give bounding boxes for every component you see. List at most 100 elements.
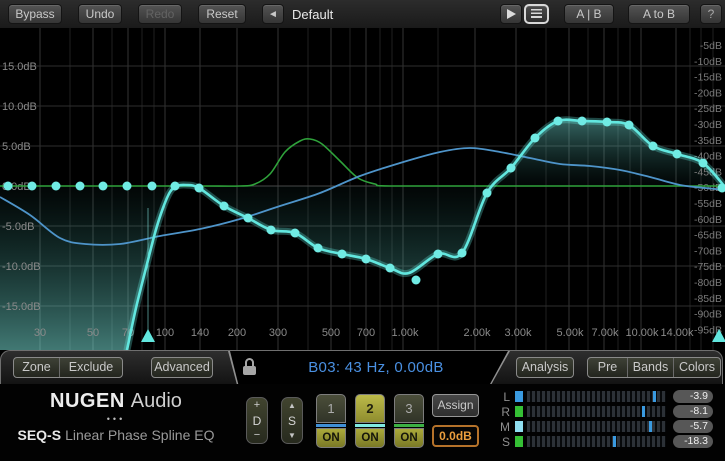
plus-icon[interactable]: + xyxy=(254,401,260,410)
eq-control-point[interactable] xyxy=(362,255,371,264)
freq-axis-label: 500 xyxy=(322,327,340,339)
view-group: Pre Bands Colors xyxy=(587,357,721,378)
zone-button[interactable]: Zone xyxy=(14,358,60,377)
meter-peak-marker xyxy=(642,406,645,417)
eq-control-point[interactable] xyxy=(171,182,180,191)
eq-control-point[interactable] xyxy=(28,182,37,191)
eq-control-point[interactable] xyxy=(531,134,540,143)
analyzer-db-label: -60dB xyxy=(694,214,722,226)
eq-control-point[interactable] xyxy=(123,182,132,191)
assign-button[interactable]: Assign xyxy=(432,394,479,417)
play-arrow-icon xyxy=(507,9,516,19)
lock-icon[interactable] xyxy=(242,358,257,378)
eq-control-point[interactable] xyxy=(99,182,108,191)
top-toolbar: Bypass Undo Redo Reset ◄ Default A | B A… xyxy=(0,0,725,29)
zone-exclude-group: Zone Exclude xyxy=(13,357,123,378)
pre-button[interactable]: Pre xyxy=(588,358,628,377)
analyzer-db-label: -30dB xyxy=(694,119,722,131)
meter-level-indicator xyxy=(515,391,523,402)
eq-control-point[interactable] xyxy=(483,189,492,198)
preset-name[interactable]: Default xyxy=(292,7,333,22)
analyzer-db-label: -85dB xyxy=(694,293,722,305)
minus-icon[interactable]: − xyxy=(254,431,260,440)
product-desc: Linear Phase Spline EQ xyxy=(65,427,214,443)
freq-marker-triangle[interactable] xyxy=(141,329,155,342)
analysis-button[interactable]: Analysis xyxy=(516,357,574,378)
analyzer-db-label: -35dB xyxy=(694,135,722,147)
undo-button[interactable]: Undo xyxy=(78,4,122,24)
freq-axis-label: 140 xyxy=(191,327,209,339)
redo-button[interactable]: Redo xyxy=(138,4,182,24)
eq-control-point[interactable] xyxy=(4,182,13,191)
brand-sub: Audio xyxy=(131,390,182,412)
eq-graph-canvas[interactable]: 15.0dB10.0dB5.0dB0.0dB-5.0dB-10.0dB-15.0… xyxy=(0,28,725,350)
eq-control-point[interactable] xyxy=(220,202,229,211)
preset-menu-button[interactable] xyxy=(524,4,549,24)
eq-control-point[interactable] xyxy=(603,118,612,127)
gain-readout[interactable]: 0.0dB xyxy=(432,425,479,447)
down-arrow-icon[interactable]: ▼ xyxy=(288,431,296,440)
eq-control-point[interactable] xyxy=(267,226,276,235)
meter-peak-marker xyxy=(653,391,656,402)
eq-graph[interactable]: 15.0dB10.0dB5.0dB0.0dB-5.0dB-10.0dB-15.0… xyxy=(0,28,725,350)
db-axis-label: 10.0dB xyxy=(2,101,37,113)
eq-control-point[interactable] xyxy=(52,182,61,191)
help-button[interactable]: ? xyxy=(700,4,722,24)
advanced-button[interactable]: Advanced xyxy=(151,357,213,378)
meter-track xyxy=(527,406,666,417)
eq-control-point[interactable] xyxy=(649,142,658,151)
freq-axis-label: 30 xyxy=(34,327,46,339)
eq-control-point[interactable] xyxy=(244,214,253,223)
meter-label: L xyxy=(497,390,510,404)
meter-level-indicator xyxy=(515,436,523,447)
freq-axis-label: 7.00k xyxy=(592,327,619,339)
eq-control-point[interactable] xyxy=(338,250,347,259)
eq-control-point[interactable] xyxy=(699,159,708,168)
meter-label: R xyxy=(497,405,510,419)
ab-toggle-button[interactable]: A | B xyxy=(564,4,614,24)
eq-control-point[interactable] xyxy=(314,244,323,253)
eq-control-point[interactable] xyxy=(412,276,421,285)
db-axis-label: -10.0dB xyxy=(2,261,41,273)
solo-control[interactable]: ▲ S ▼ xyxy=(281,397,303,444)
analyzer-db-label: -90dB xyxy=(694,309,722,321)
eq-control-point[interactable] xyxy=(673,150,682,159)
eq-control-point[interactable] xyxy=(554,117,563,126)
preset-prev-button[interactable]: ◄ xyxy=(262,4,284,24)
band-1-on-toggle[interactable]: ON xyxy=(316,428,346,448)
eq-control-point[interactable] xyxy=(76,182,85,191)
band-1-select[interactable]: 1 xyxy=(316,394,346,423)
band-2-on-toggle[interactable]: ON xyxy=(355,428,385,448)
band-stripe xyxy=(316,424,346,427)
eq-control-point[interactable] xyxy=(148,182,157,191)
preset-next-button[interactable] xyxy=(500,4,522,24)
meter-value: -3.9 xyxy=(673,390,713,403)
band-2: 2 ON xyxy=(355,394,385,448)
analyzer-db-label: -10dB xyxy=(694,56,722,68)
product-name: SEQ-S xyxy=(17,427,61,443)
eq-control-point[interactable] xyxy=(625,121,634,130)
eq-control-point[interactable] xyxy=(458,249,467,258)
db-axis-label: 15.0dB xyxy=(2,61,37,73)
bypass-button[interactable]: Bypass xyxy=(8,4,62,24)
delta-control[interactable]: + D − xyxy=(246,397,268,444)
colors-button[interactable]: Colors xyxy=(674,358,720,377)
bands-button[interactable]: Bands xyxy=(628,358,674,377)
band-3-on-toggle[interactable]: ON xyxy=(394,428,424,448)
eq-control-point[interactable] xyxy=(195,184,204,193)
eq-control-point[interactable] xyxy=(507,164,516,173)
band-3-select[interactable]: 3 xyxy=(394,394,424,423)
a-to-b-button[interactable]: A to B xyxy=(628,4,690,24)
band-1: 1 ON xyxy=(316,394,346,448)
reset-button[interactable]: Reset xyxy=(198,4,246,24)
freq-axis-label: 5.00k xyxy=(557,327,584,339)
up-arrow-icon[interactable]: ▲ xyxy=(288,401,296,410)
eq-control-point[interactable] xyxy=(386,264,395,273)
left-arrow-icon: ◄ xyxy=(268,9,278,20)
eq-control-point[interactable] xyxy=(578,117,587,126)
eq-control-point[interactable] xyxy=(291,229,300,238)
freq-axis-label: 3.00k xyxy=(505,327,532,339)
exclude-button[interactable]: Exclude xyxy=(60,358,122,377)
eq-control-point[interactable] xyxy=(434,250,443,259)
band-2-select[interactable]: 2 xyxy=(355,394,385,423)
